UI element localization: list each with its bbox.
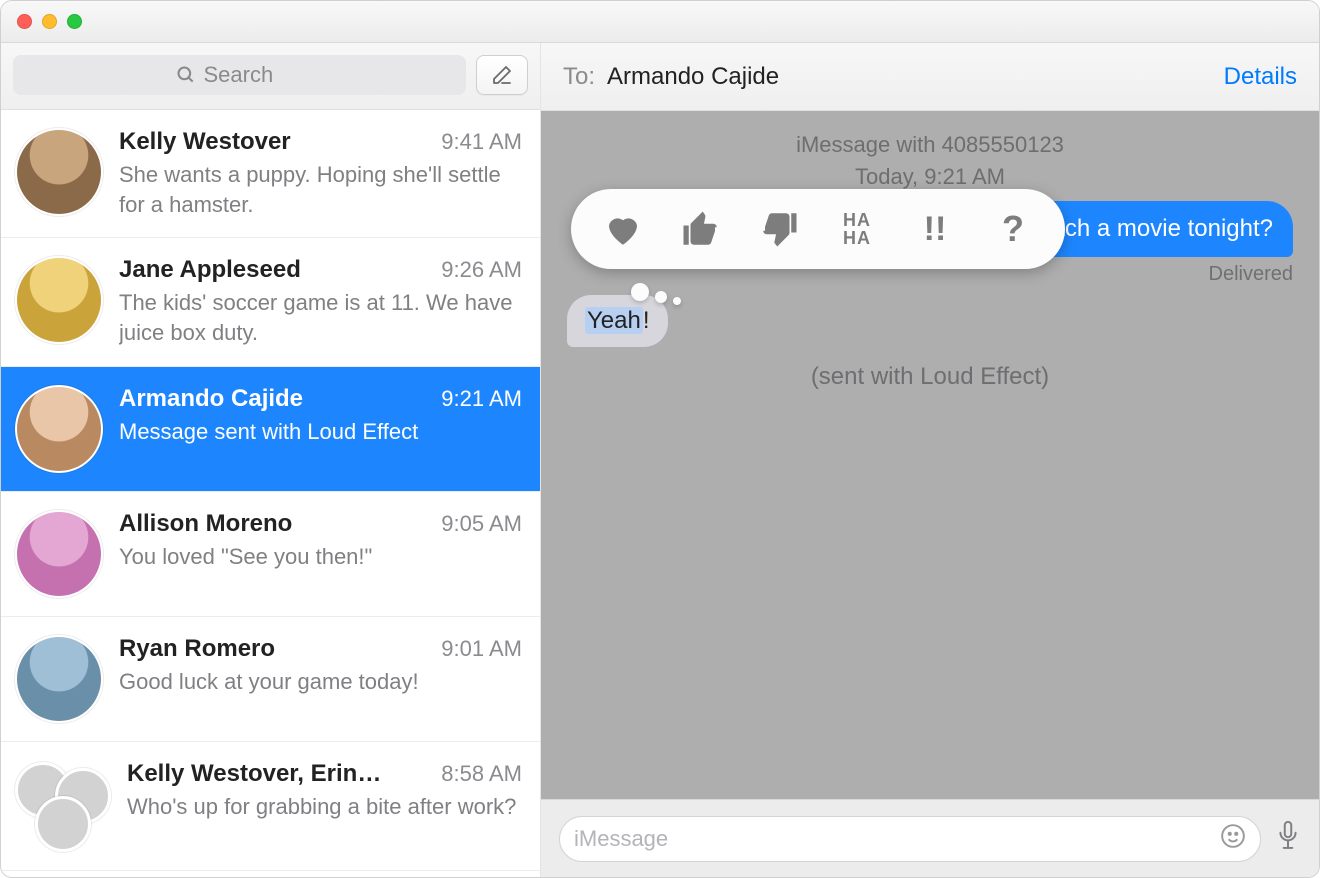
conversation-time: 9:05 AM [441,511,522,537]
conversation-name: Ryan Romero [119,635,275,663]
conversation-name: Armando Cajide [119,385,303,413]
compose-icon [490,63,514,87]
conversation-header: To: Armando Cajide Details [541,43,1319,111]
conversation-preview: Good luck at your game today! [119,667,522,697]
search-icon [176,65,196,85]
tapback-heart[interactable] [601,207,645,251]
conversation-time: 9:41 AM [441,129,522,155]
heart-icon [602,208,644,250]
conversation-time: 9:26 AM [441,257,522,283]
thumbs-down-icon [758,208,800,250]
delivered-status: Delivered [1209,263,1293,286]
conversation-preview: She wants a puppy. Hoping she'll settle … [119,160,522,219]
conversation-time: 8:58 AM [441,761,522,787]
conversation-item[interactable]: Ryan Romero 9:01 AM Good luck at your game… [1,617,540,742]
conversation-item[interactable]: Jane Appleseed 9:26 AM The kids' soccer ga… [1,238,540,366]
thread-meta-line2: Today, 9:21 AM [541,161,1319,193]
details-button[interactable]: Details [1224,63,1297,91]
conversation-item[interactable]: Kelly Westover, Erin… 8:58 AM Who's up for… [1,742,540,871]
conversation-preview: Message sent with Loud Effect [119,417,522,447]
tapback-haha[interactable]: HAHA [835,207,879,251]
conversation-name: Kelly Westover [119,128,291,156]
titlebar [1,1,1319,43]
conversation-preview: The kids' soccer game is at 11. We have … [119,288,522,347]
sidebar-toolbar [1,43,540,110]
avatar [35,796,91,852]
conversation-item[interactable]: Armando Cajide 9:21 AM Message sent with L… [1,367,540,492]
thread-meta: iMessage with 4085550123 Today, 9:21 AM [541,129,1319,193]
effect-label: (sent with Loud Effect) [541,363,1319,391]
incoming-message-text-highlight: Yeah [585,307,643,334]
compose-button[interactable] [476,55,528,95]
avatar [15,385,103,473]
recipient-name[interactable]: Armando Cajide [607,63,1224,91]
avatar [15,128,103,216]
incoming-message-text-tail: ! [643,307,650,334]
window-controls [17,14,82,29]
conversation-name: Allison Moreno [119,510,292,538]
messages-window: Kelly Westover 9:41 AM She wants a puppy. … [0,0,1320,878]
conversation-item[interactable]: Allison Moreno 9:05 AM You loved "See you … [1,492,540,617]
search-field[interactable] [13,55,466,95]
avatar [15,510,103,598]
message-thread[interactable]: iMessage with 4085550123 Today, 9:21 AM … [541,111,1319,799]
close-window-button[interactable] [17,14,32,29]
emoji-icon [1220,823,1246,849]
avatar-group [15,760,111,852]
composer [541,799,1319,877]
minimize-window-button[interactable] [42,14,57,29]
tapback-thumbs-up[interactable] [679,207,723,251]
conversation-name: Kelly Westover, Erin… [127,760,381,788]
conversation-item[interactable]: Kelly Westover 9:41 AM She wants a puppy. … [1,110,540,238]
to-label: To: [563,63,595,91]
conversation-time: 9:21 AM [441,386,522,412]
message-input[interactable] [574,826,1220,852]
tapback-menu[interactable]: HAHA !! ? [571,189,1065,269]
zoom-window-button[interactable] [67,14,82,29]
haha-icon: HAHA [843,211,871,247]
avatar [15,256,103,344]
tapback-tail [631,283,681,305]
conversation-preview: Who's up for grabbing a bite after work? [127,792,522,822]
avatar [15,635,103,723]
thumbs-up-icon [680,208,722,250]
exclaim-icon: !! [924,210,947,249]
mic-icon [1275,819,1301,853]
mic-button[interactable] [1275,819,1301,858]
conversation-main: To: Armando Cajide Details iMessage with… [541,43,1319,877]
conversation-time: 9:01 AM [441,636,522,662]
search-input[interactable] [204,62,304,88]
conversation-preview: You loved "See you then!" [119,542,522,572]
message-field[interactable] [559,816,1261,862]
conversation-sidebar: Kelly Westover 9:41 AM She wants a puppy. … [1,43,541,877]
tapback-exclaim[interactable]: !! [913,207,957,251]
conversation-list[interactable]: Kelly Westover 9:41 AM She wants a puppy. … [1,110,540,877]
thread-meta-line1: iMessage with 4085550123 [541,129,1319,161]
conversation-name: Jane Appleseed [119,256,301,284]
tapback-thumbs-down[interactable] [757,207,801,251]
emoji-button[interactable] [1220,823,1246,854]
tapback-question[interactable]: ? [991,207,1035,251]
question-icon: ? [1002,208,1024,250]
